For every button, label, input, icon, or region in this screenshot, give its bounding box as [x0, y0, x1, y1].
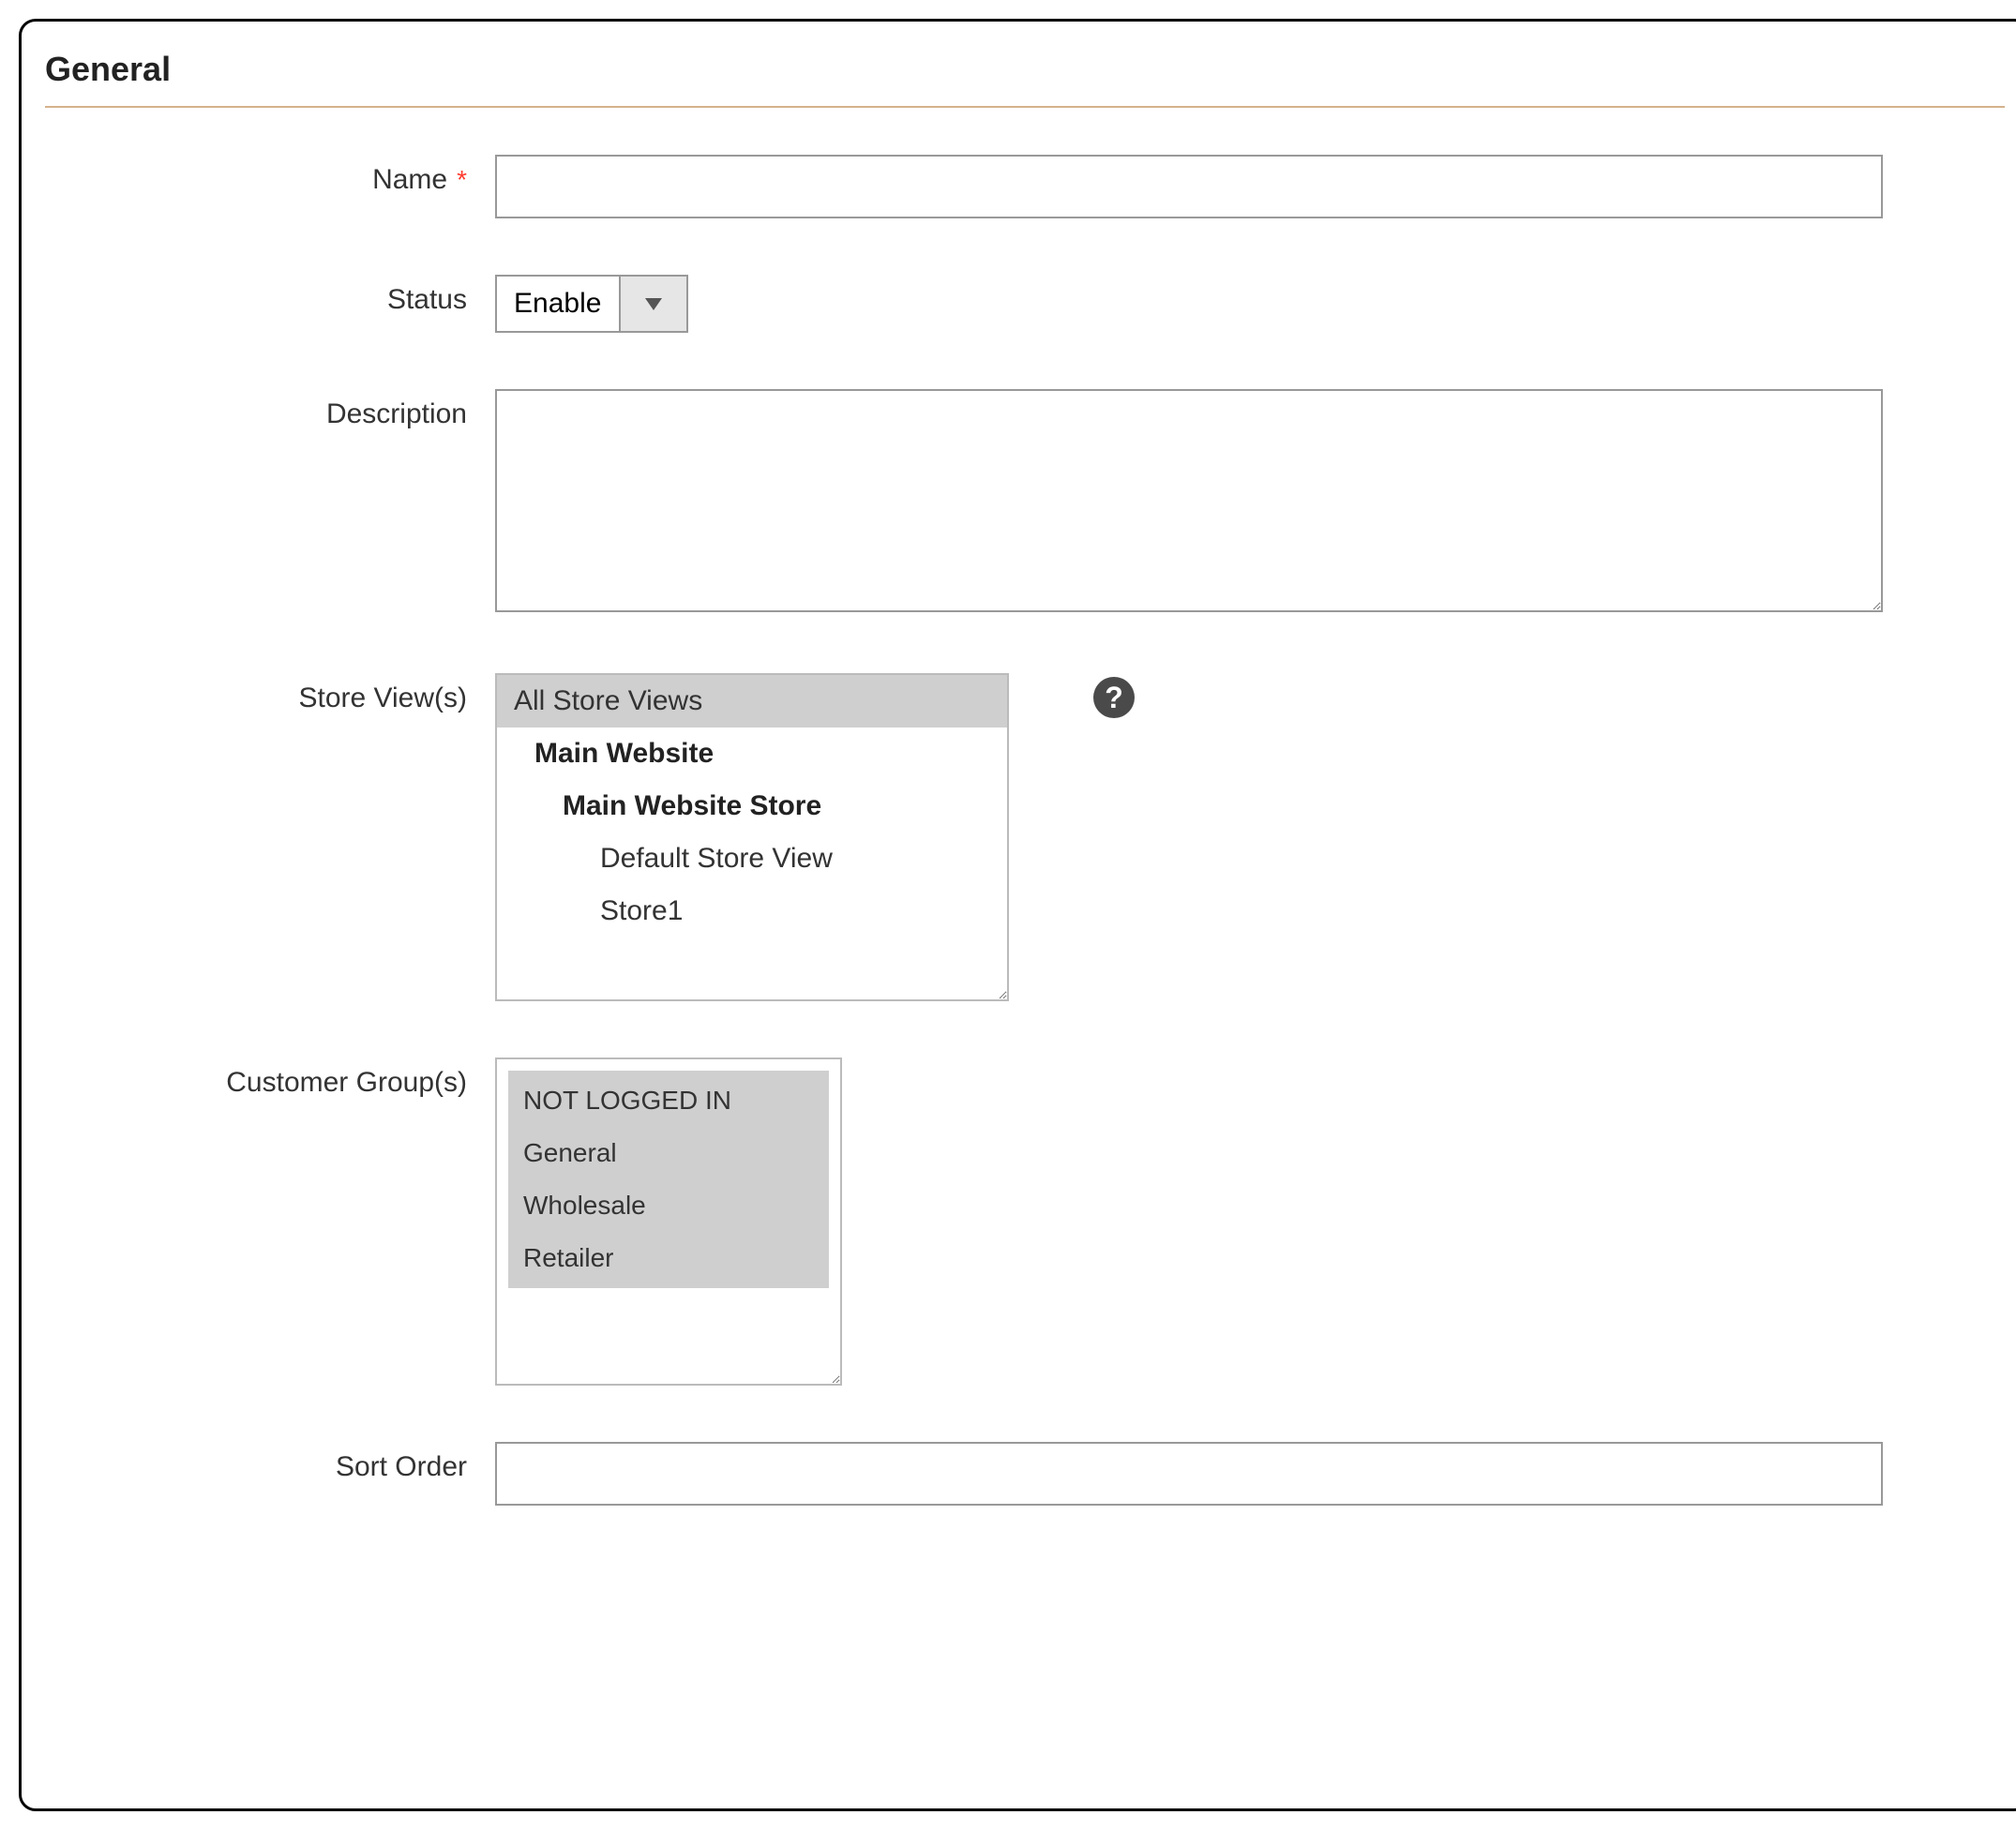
field-row-customer-groups: Customer Group(s) NOT LOGGED INGeneralWh…	[45, 1058, 2005, 1386]
store-views-label-wrap: Store View(s)	[45, 673, 495, 714]
customer-group-option[interactable]: Retailer	[508, 1232, 829, 1284]
store-view-option[interactable]: Default Store View	[497, 832, 1007, 885]
description-textarea[interactable]	[495, 389, 1883, 612]
sort-order-label-wrap: Sort Order	[45, 1442, 495, 1483]
status-select-value: Enable	[497, 277, 619, 331]
status-label: Status	[387, 284, 467, 316]
customer-groups-label: Customer Group(s)	[226, 1067, 467, 1099]
help-icon[interactable]: ?	[1093, 677, 1135, 718]
name-input[interactable]	[495, 155, 1883, 218]
customer-group-option[interactable]: General	[508, 1127, 829, 1179]
help-icon-glyph: ?	[1105, 681, 1123, 715]
section-title: General	[45, 50, 2005, 89]
customer-groups-label-wrap: Customer Group(s)	[45, 1058, 495, 1099]
store-views-listbox[interactable]: All Store ViewsMain WebsiteMain Website …	[495, 673, 1009, 1001]
store-view-option[interactable]: Main Website	[497, 728, 1007, 780]
field-row-sort-order: Sort Order	[45, 1442, 2005, 1506]
customer-group-option[interactable]: Wholesale	[508, 1179, 829, 1232]
field-row-description: Description	[45, 389, 2005, 617]
chevron-down-icon	[645, 298, 662, 310]
name-label-wrap: Name *	[45, 155, 495, 196]
name-label: Name	[372, 164, 447, 196]
store-view-option[interactable]: Store1	[497, 885, 1007, 938]
field-row-name: Name *	[45, 155, 2005, 218]
customer-groups-listbox[interactable]: NOT LOGGED INGeneralWholesaleRetailer	[495, 1058, 842, 1386]
sort-order-label: Sort Order	[336, 1451, 467, 1483]
customer-group-option[interactable]: NOT LOGGED IN	[508, 1074, 829, 1127]
general-form: General Name * Status Enable Description	[19, 19, 2016, 1811]
status-label-wrap: Status	[45, 275, 495, 316]
description-label-wrap: Description	[45, 389, 495, 430]
status-select[interactable]: Enable	[495, 275, 688, 333]
store-views-label: Store View(s)	[298, 682, 467, 714]
store-view-option[interactable]: All Store Views	[497, 675, 1007, 728]
description-label: Description	[326, 398, 467, 430]
customer-groups-inner: NOT LOGGED INGeneralWholesaleRetailer	[508, 1071, 829, 1288]
field-row-store-views: Store View(s) All Store ViewsMain Websit…	[45, 673, 2005, 1001]
sort-order-input[interactable]	[495, 1442, 1883, 1506]
required-star-icon: *	[457, 165, 467, 195]
status-select-toggle[interactable]	[619, 277, 686, 331]
store-view-option[interactable]: Main Website Store	[497, 780, 1007, 832]
field-row-status: Status Enable	[45, 275, 2005, 333]
section-divider	[45, 106, 2005, 108]
